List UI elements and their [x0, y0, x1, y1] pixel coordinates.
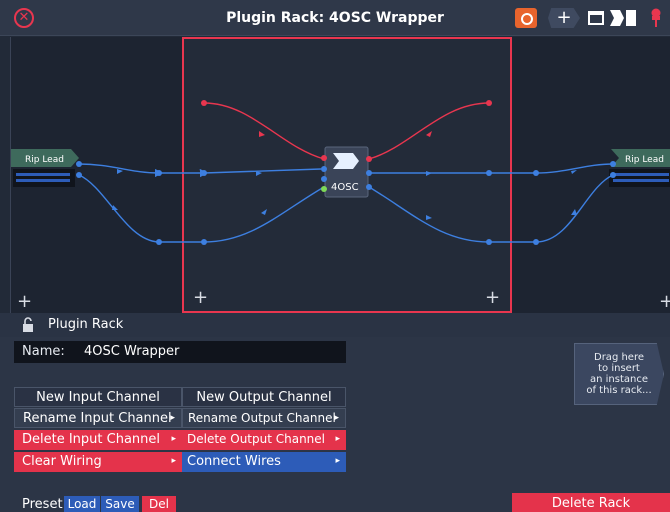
add-icon[interactable]: + — [548, 8, 580, 28]
drag-hint-line-3: an instance — [589, 374, 648, 385]
add-plugin-plus-right[interactable]: + — [485, 289, 500, 307]
add-input-plus[interactable]: + — [17, 293, 32, 311]
rename-output-channel-label: Rename Output Channel — [188, 411, 336, 425]
connect-wires-button[interactable]: Connect Wires ▸ — [182, 452, 346, 472]
pin-icon[interactable] — [649, 8, 663, 28]
preset-load-button[interactable]: Load — [64, 496, 100, 512]
rename-output-channel-button[interactable]: Rename Output Channel ▸ — [182, 408, 346, 428]
wire-red-left — [203, 102, 325, 160]
new-output-channel-button[interactable]: New Output Channel — [182, 387, 346, 407]
wiring-layer: Rip Lead Rip Lead 4OSC — [11, 100, 670, 245]
drag-to-insert-area[interactable]: Drag here to insert an instance of this … — [574, 343, 664, 405]
panel-title: Plugin Rack — [48, 317, 124, 332]
wire-out-bottom — [368, 174, 614, 243]
drag-hint-line-4: of this rack... — [586, 385, 652, 396]
drag-hint-line-2: to insert — [598, 363, 640, 374]
input-node[interactable]: Rip Lead — [11, 149, 82, 187]
chevron-right-icon: ▸ — [334, 413, 339, 423]
rename-input-channel-button[interactable]: Rename Input Channel ▸ — [14, 408, 182, 428]
add-output-plus[interactable]: + — [659, 293, 670, 311]
layout-icon[interactable] — [588, 11, 604, 25]
chevron-right-icon: ▸ — [171, 434, 176, 444]
preset-label: Preset — [22, 497, 63, 512]
delete-output-channel-label: Delete Output Channel — [187, 432, 326, 446]
title-bar: ✕ Plugin Rack: 4OSC Wrapper + — [0, 0, 670, 36]
clear-wiring-label: Clear Wiring — [22, 454, 102, 469]
connect-wires-label: Connect Wires — [187, 454, 281, 469]
preset-save-button[interactable]: Save — [101, 496, 139, 512]
properties-panel: Plugin Rack Name: 4OSC Wrapper Drag here… — [0, 313, 670, 512]
chevron-right-icon: ▸ — [170, 413, 175, 423]
output-node[interactable]: Rip Lead — [609, 149, 670, 187]
add-plugin-plus-left[interactable]: + — [193, 289, 208, 307]
wire-in-top — [78, 163, 322, 178]
panel-header: Plugin Rack — [0, 313, 670, 337]
delete-input-channel-label: Delete Input Channel — [22, 432, 161, 447]
power-icon[interactable] — [515, 8, 537, 28]
name-label: Name: — [22, 344, 65, 359]
lock-icon[interactable] — [22, 317, 34, 332]
new-input-channel-button[interactable]: New Input Channel — [14, 387, 182, 407]
drag-hint-line-1: Drag here — [594, 352, 644, 363]
route-icon[interactable] — [610, 10, 636, 26]
rack-name-field[interactable]: Name: 4OSC Wrapper — [14, 341, 346, 363]
plugin-node-4osc[interactable]: 4OSC — [321, 146, 372, 198]
chevron-right-icon: ▸ — [335, 434, 340, 444]
delete-input-channel-button[interactable]: Delete Input Channel ▸ — [14, 430, 182, 450]
output-node-label: Rip Lead — [625, 155, 664, 165]
input-node-label: Rip Lead — [25, 155, 64, 165]
clear-wiring-button[interactable]: Clear Wiring ▸ — [14, 452, 182, 472]
chevron-right-icon: ▸ — [335, 456, 340, 466]
name-value[interactable]: 4OSC Wrapper — [84, 344, 179, 359]
plugin-rack-window: ✕ Plugin Rack: 4OSC Wrapper + Rip Lead R… — [0, 0, 670, 512]
rename-input-channel-label: Rename Input Channel — [23, 411, 172, 426]
rack-canvas[interactable]: Rip Lead Rip Lead 4OSC + + + + — [10, 37, 670, 313]
delete-rack-button[interactable]: Delete Rack — [512, 493, 670, 512]
wire-red-right — [368, 102, 490, 160]
chevron-right-icon: ▸ — [171, 456, 176, 466]
plugin-node-label: 4OSC — [331, 182, 359, 193]
preset-delete-button[interactable]: Del — [142, 496, 176, 512]
delete-output-channel-button[interactable]: Delete Output Channel ▸ — [182, 430, 346, 450]
